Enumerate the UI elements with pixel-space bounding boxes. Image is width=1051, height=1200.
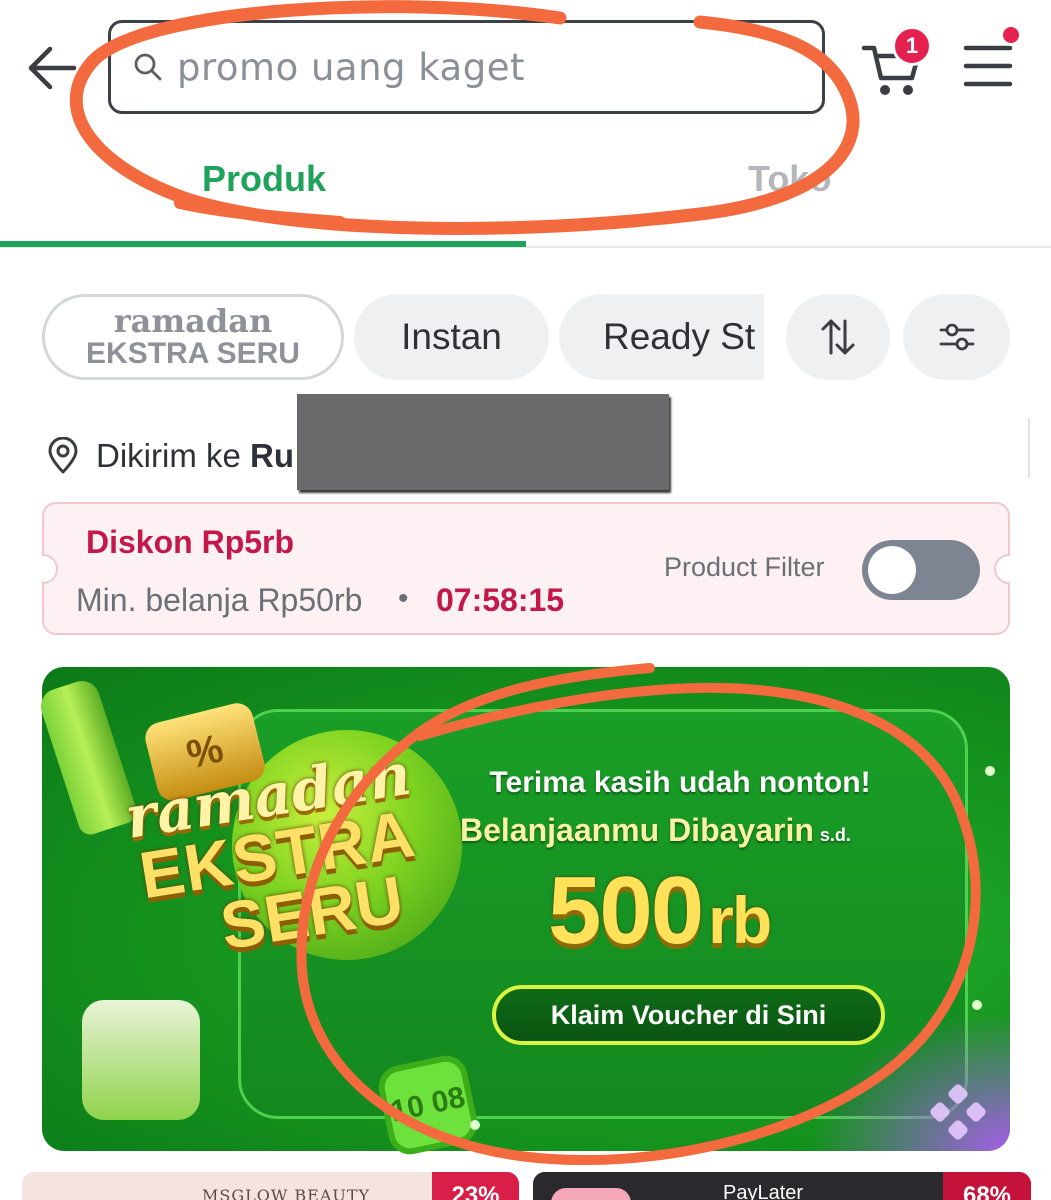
banner-amount-unit: rb: [708, 883, 772, 957]
banner-subline: Belanjaanmu Dibayarin s.d.: [460, 812, 851, 849]
location-pin-icon: [48, 437, 78, 474]
ready-stock-filter-chip[interactable]: Ready St: [559, 294, 764, 380]
instan-filter-chip[interactable]: Instan: [354, 294, 549, 380]
product-label-pill: [551, 1188, 631, 1200]
discount-badge: 23%: [432, 1172, 519, 1200]
product-brand: PayLater: [723, 1182, 804, 1200]
search-input[interactable]: promo uang kaget: [108, 20, 825, 114]
tab-toko[interactable]: Toko: [748, 158, 831, 200]
discount-voucher-card[interactable]: Diskon Rp5rb Min. belanja Rp50rb • 07:58…: [42, 502, 1010, 635]
banner-amount-value: 500: [548, 857, 704, 964]
ramadan-chip-line2: EKSTRA SERU: [86, 337, 300, 370]
voucher-min-purchase: Min. belanja Rp50rb: [76, 582, 363, 618]
product-filter-toggle[interactable]: [862, 540, 980, 600]
menu-notification-dot: [1000, 24, 1022, 46]
voucher-notch-right: [994, 554, 1010, 584]
toggle-knob: [868, 546, 916, 594]
sort-icon: [821, 319, 855, 355]
claim-voucher-button[interactable]: Klaim Voucher di Sini: [492, 985, 885, 1045]
moisturizer-jar-image: [82, 1000, 200, 1120]
ramadan-ekstra-seru-chip[interactable]: ramadan EKSTRA SERU: [42, 294, 344, 380]
sort-button[interactable]: [786, 294, 890, 380]
voucher-countdown-timer: 07:58:15: [436, 582, 565, 618]
shipping-address-value: Ru: [250, 437, 294, 474]
tab-produk[interactable]: Produk: [202, 158, 326, 200]
active-tab-indicator: [0, 241, 526, 247]
search-icon: [134, 53, 162, 81]
shipping-address[interactable]: Dikirim ke Ru: [96, 437, 294, 475]
filter-button[interactable]: [903, 294, 1010, 380]
sparkle: [470, 1120, 480, 1130]
shipping-address-prefix: Dikirim ke: [96, 437, 250, 474]
sparkle: [972, 1000, 982, 1010]
redaction-block: [297, 394, 669, 490]
banner-amount: 500rb: [548, 856, 772, 966]
sparkle: [985, 766, 995, 776]
banner-subline-suffix: s.d.: [819, 825, 851, 845]
filter-sliders-icon: [939, 323, 974, 351]
product-filter-label: Product Filter: [664, 552, 825, 582]
voucher-separator: •: [398, 582, 409, 615]
product-card[interactable]: PayLater 68%: [533, 1172, 1031, 1200]
clover-decoration: [930, 1084, 986, 1140]
menu-icon[interactable]: [962, 42, 1014, 90]
voucher-notch-left: [42, 554, 58, 584]
discount-badge: 68%: [943, 1172, 1031, 1200]
annotation-stroke-tab: [174, 197, 346, 228]
search-query-text: promo uang kaget: [177, 45, 525, 89]
cart-count-badge: 1: [892, 26, 932, 66]
product-brand: MSGLOW BEAUTY: [202, 1186, 371, 1200]
voucher-title: Diskon Rp5rb: [86, 524, 295, 560]
banner-headline: Terima kasih udah nonton!: [489, 766, 871, 799]
divider: [1028, 418, 1030, 478]
banner-subline-text: Belanjaanmu Dibayarin: [460, 812, 814, 848]
ramadan-chip-line1: ramadan: [113, 302, 273, 340]
back-arrow-icon[interactable]: [22, 38, 82, 98]
product-card[interactable]: MSGLOW BEAUTY 23%: [22, 1172, 519, 1200]
